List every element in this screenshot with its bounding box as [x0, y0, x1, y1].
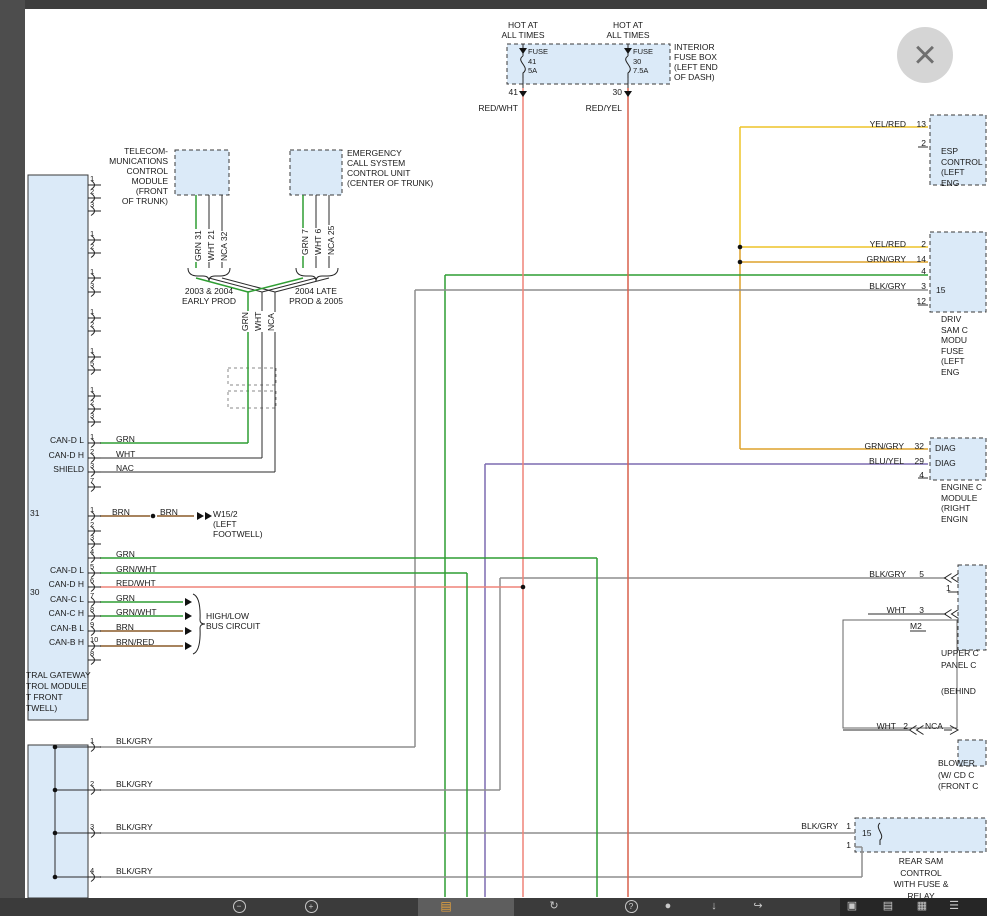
telecom-module-box [175, 150, 229, 195]
download-icon[interactable]: ↓ [703, 898, 725, 916]
image-icon[interactable]: ▣ [841, 898, 863, 916]
junction-dot [53, 875, 58, 880]
module-boxes [28, 44, 986, 898]
menu-icon: ☰ [949, 900, 959, 912]
active-tool-segment [418, 898, 514, 916]
menu-icon[interactable]: ☰ [943, 898, 965, 916]
help-icon[interactable]: ? [620, 898, 642, 916]
pages-icon[interactable]: ▤ [435, 898, 457, 916]
zoom-in-icon: + [305, 900, 318, 913]
zoom-in-icon[interactable]: + [300, 898, 322, 916]
junction-dot [151, 514, 156, 519]
arrow-right-icon [205, 512, 212, 520]
junction-dot [521, 585, 526, 590]
interior-fuse-box [507, 44, 670, 84]
brace-late-prod [296, 268, 338, 281]
zoom-out-icon: − [233, 900, 246, 913]
left-chrome-bar [0, 0, 25, 916]
brace-bus-circuit [193, 594, 205, 654]
arrow-right-icon [185, 627, 192, 635]
arrow-right-icon [185, 612, 192, 620]
rotate-icon[interactable]: ↻ [543, 898, 565, 916]
grid-icon: ▤ [883, 900, 893, 912]
wire-segment [248, 278, 303, 292]
help-icon: ? [625, 900, 638, 913]
record-icon[interactable]: ● [657, 898, 679, 916]
inline-connector-icon [952, 574, 959, 583]
wire-segment [262, 278, 316, 292]
gateway-connector-bottom [28, 745, 88, 898]
gateway-connector-top [28, 175, 88, 720]
junction-dot [738, 245, 743, 250]
close-button[interactable]: × [897, 27, 953, 83]
wiring-diagram-canvas[interactable]: HOT AT ALL TIMESHOT AT ALL TIMESFUSE 41 … [0, 0, 987, 916]
inline-connector-box-2 [228, 391, 276, 408]
wire-segment [222, 278, 275, 292]
arrow-down-icon [519, 91, 527, 97]
top-chrome-bar [0, 0, 987, 9]
junction-dot [53, 745, 58, 750]
junction-dot [53, 831, 58, 836]
brace-early-prod [188, 268, 230, 281]
inline-connector-box-1 [228, 368, 276, 385]
junction-dot [738, 260, 743, 265]
image-icon: ▣ [847, 900, 857, 912]
grid-icon[interactable]: ▤ [877, 898, 899, 916]
rotate-icon: ↻ [549, 900, 558, 912]
driver-sam-module-box [930, 232, 986, 312]
arrow-right-icon [197, 512, 204, 520]
photos-icon[interactable]: ▦ [911, 898, 933, 916]
upper-panel-connector-box [958, 565, 986, 650]
wire-segment [275, 278, 329, 292]
diagram-geometry [0, 0, 987, 916]
viewer-toolbar[interactable]: − + ▤ ↻? ● ↓ ↪ ▣ ▤ ▦ ☰ [0, 898, 987, 916]
inline-connector-icon [910, 726, 917, 735]
arrow-right-icon [185, 598, 192, 606]
upper-control-panel-outline [843, 620, 957, 728]
arrow-right-icon [185, 642, 192, 650]
download-icon: ↓ [711, 900, 717, 912]
share-icon: ↪ [753, 900, 762, 912]
engine-control-module-box [930, 438, 986, 480]
wire-segment [196, 278, 248, 292]
rear-sam-module-box [855, 818, 986, 852]
zoom-out-icon[interactable]: − [228, 898, 250, 916]
record-icon: ● [665, 900, 672, 912]
blower-connector-box [958, 740, 986, 766]
junction-dot [53, 788, 58, 793]
inline-connector-icon [952, 610, 959, 619]
pages-icon: ▤ [440, 899, 451, 913]
emergency-module-box [290, 150, 342, 195]
esp-module-box [930, 115, 986, 185]
share-icon[interactable]: ↪ [747, 898, 769, 916]
inline-connector-icon [917, 726, 924, 735]
arrow-down-icon [624, 91, 632, 97]
photos-icon: ▦ [917, 900, 927, 912]
